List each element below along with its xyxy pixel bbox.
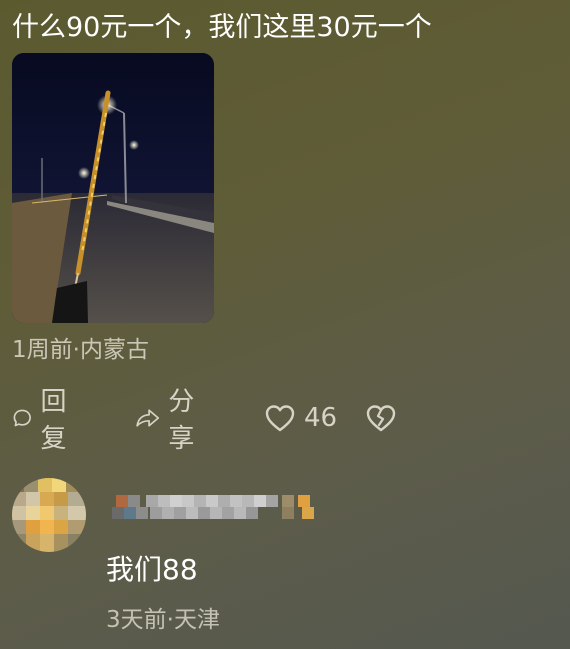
avatar[interactable] xyxy=(12,478,86,552)
broken-heart-icon xyxy=(366,405,396,432)
dislike-button[interactable] xyxy=(365,400,397,436)
reply-text: 我们88 xyxy=(106,553,198,586)
like-button[interactable]: 46 xyxy=(264,400,337,436)
post-meta: 1周前·内蒙古 xyxy=(12,337,149,363)
night-street-image xyxy=(12,53,214,323)
share-button[interactable]: 分享 xyxy=(135,387,205,454)
pixelated-username-image xyxy=(112,495,314,519)
reply-label: 回复 xyxy=(40,387,67,454)
share-icon xyxy=(136,409,160,427)
heart-icon xyxy=(265,405,295,432)
comment-text: 什么90元一个，我们这里30元一个 xyxy=(12,12,432,43)
reply-meta: 3天前·天津 xyxy=(106,607,220,633)
like-count: 46 xyxy=(304,403,338,433)
post-photo[interactable] xyxy=(12,53,214,323)
avatar-image xyxy=(12,478,86,552)
comment-icon xyxy=(13,409,31,427)
reply-button[interactable]: 回复 xyxy=(12,387,76,454)
username-mosaic[interactable] xyxy=(106,491,326,527)
share-label: 分享 xyxy=(168,387,195,454)
